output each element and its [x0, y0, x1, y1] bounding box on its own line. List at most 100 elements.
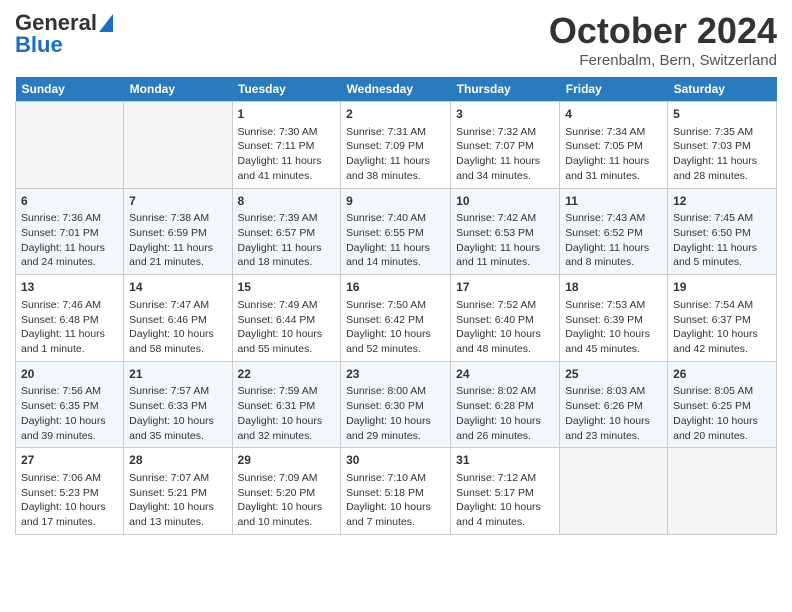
day-cell: 24Sunrise: 8:02 AMSunset: 6:28 PMDayligh… — [451, 361, 560, 448]
daylight-text: Daylight: 10 hours and 58 minutes. — [129, 328, 214, 355]
day-cell: 10Sunrise: 7:42 AMSunset: 6:53 PMDayligh… — [451, 188, 560, 275]
day-number: 14 — [129, 279, 226, 296]
day-cell: 22Sunrise: 7:59 AMSunset: 6:31 PMDayligh… — [232, 361, 341, 448]
day-cell: 16 Sunrise: 7:50 AM Sunset: 6:42 PM Dayligh… — [341, 275, 451, 362]
day-number: 6 — [21, 193, 118, 210]
day-number: 2 — [346, 106, 445, 123]
sunrise-text: Sunrise: 7:53 AM — [565, 299, 645, 311]
day-number: 11 — [565, 193, 662, 210]
day-cell: 15Sunrise: 7:49 AMSunset: 6:44 PMDayligh… — [232, 275, 341, 362]
day-number: 3 — [456, 106, 554, 123]
logo-blue: Blue — [15, 32, 63, 58]
day-cell — [560, 448, 668, 535]
daylight-text: Daylight: 10 hours and 45 minutes. — [565, 328, 650, 355]
day-number: 16 — [346, 279, 445, 296]
sunrise-text: Sunrise: 8:02 AM — [456, 385, 536, 397]
daylight-text: Daylight: 10 hours and 13 minutes. — [129, 501, 214, 528]
daylight-text: Daylight: 11 hours and 28 minutes. — [673, 155, 757, 182]
col-tuesday: Tuesday — [232, 77, 341, 102]
day-cell: 9Sunrise: 7:40 AMSunset: 6:55 PMDaylight… — [341, 188, 451, 275]
sunrise-text: Sunrise: 7:31 AM — [346, 126, 426, 138]
daylight-text: Daylight: 11 hours and 24 minutes. — [21, 242, 105, 269]
daylight-text: Daylight: 10 hours and 48 minutes. — [456, 328, 541, 355]
location: Ferenbalm, Bern, Switzerland — [549, 52, 777, 69]
day-number: 17 — [456, 279, 554, 296]
week-row-4: 20Sunrise: 7:56 AMSunset: 6:35 PMDayligh… — [16, 361, 777, 448]
day-cell: 14 Sunrise: 7:47 AM Sunset: 6:46 PM Dayligh… — [124, 275, 232, 362]
day-cell: 26Sunrise: 8:05 AMSunset: 6:25 PMDayligh… — [668, 361, 777, 448]
sunrise-text: Sunrise: 8:00 AM — [346, 385, 426, 397]
sunrise-text: Sunrise: 7:39 AM — [238, 212, 318, 224]
day-number: 15 — [238, 279, 336, 296]
daylight-text: Daylight: 11 hours and 34 minutes. — [456, 155, 540, 182]
daylight-text: Daylight: 10 hours and 20 minutes. — [673, 415, 758, 442]
sunrise-text: Sunrise: 7:10 AM — [346, 472, 426, 484]
day-number: 13 — [21, 279, 118, 296]
sunset-text: Sunset: 5:21 PM — [129, 487, 207, 499]
sunset-text: Sunset: 5:20 PM — [238, 487, 316, 499]
daylight-text: Daylight: 10 hours and 26 minutes. — [456, 415, 541, 442]
day-cell: 29Sunrise: 7:09 AMSunset: 5:20 PMDayligh… — [232, 448, 341, 535]
logo-arrow-icon — [99, 14, 113, 32]
sunrise-text: Sunrise: 7:12 AM — [456, 472, 536, 484]
sunrise-text: Sunrise: 7:50 AM — [346, 299, 426, 311]
day-number: 9 — [346, 193, 445, 210]
day-cell: 1Sunrise: 7:30 AMSunset: 7:11 PMDaylight… — [232, 102, 341, 189]
week-row-3: 13Sunrise: 7:46 AMSunset: 6:48 PMDayligh… — [16, 275, 777, 362]
day-number: 5 — [673, 106, 771, 123]
day-number: 22 — [238, 366, 336, 383]
col-saturday: Saturday — [668, 77, 777, 102]
sunset-text: Sunset: 5:17 PM — [456, 487, 534, 499]
sunset-text: Sunset: 6:31 PM — [238, 400, 316, 412]
sunset-text: Sunset: 6:25 PM — [673, 400, 751, 412]
day-number: 31 — [456, 452, 554, 469]
daylight-text: Daylight: 10 hours and 52 minutes. — [346, 328, 431, 355]
sunrise-text: Sunrise: 7:45 AM — [673, 212, 753, 224]
daylight-text: Daylight: 11 hours and 38 minutes. — [346, 155, 430, 182]
sunset-text: Sunset: 6:59 PM — [129, 227, 207, 239]
day-number: 1 — [238, 106, 336, 123]
day-number: 28 — [129, 452, 226, 469]
day-number: 20 — [21, 366, 118, 383]
sunset-text: Sunset: 6:35 PM — [21, 400, 99, 412]
day-cell: 20Sunrise: 7:56 AMSunset: 6:35 PMDayligh… — [16, 361, 124, 448]
sunset-text: Sunset: 6:57 PM — [238, 227, 316, 239]
sunset-text: Sunset: 6:55 PM — [346, 227, 424, 239]
day-cell — [16, 102, 124, 189]
month-title: October 2024 — [549, 10, 777, 52]
day-cell: 18Sunrise: 7:53 AMSunset: 6:39 PMDayligh… — [560, 275, 668, 362]
day-cell: 12Sunrise: 7:45 AMSunset: 6:50 PMDayligh… — [668, 188, 777, 275]
day-number: 23 — [346, 366, 445, 383]
sunrise-text: Sunrise: 7:52 AM — [456, 299, 536, 311]
header: General Blue October 2024 Ferenbalm, Ber… — [15, 10, 777, 69]
sunset-text: Sunset: 5:23 PM — [21, 487, 99, 499]
sunrise-text: Sunrise: 7:47 AM — [129, 299, 209, 311]
day-cell: 25Sunrise: 8:03 AMSunset: 6:26 PMDayligh… — [560, 361, 668, 448]
sunrise-text: Sunrise: 7:54 AM — [673, 299, 753, 311]
daylight-text: Daylight: 10 hours and 17 minutes. — [21, 501, 106, 528]
daylight-text: Daylight: 10 hours and 39 minutes. — [21, 415, 106, 442]
day-number: 7 — [129, 193, 226, 210]
day-number: 10 — [456, 193, 554, 210]
day-cell: 21Sunrise: 7:57 AMSunset: 6:33 PMDayligh… — [124, 361, 232, 448]
sunset-text: Sunset: 6:37 PM — [673, 314, 751, 326]
sunrise-text: Sunrise: 7:42 AM — [456, 212, 536, 224]
day-number: 8 — [238, 193, 336, 210]
sunrise-text: Sunrise: 7:38 AM — [129, 212, 209, 224]
day-cell: 5Sunrise: 7:35 AMSunset: 7:03 PMDaylight… — [668, 102, 777, 189]
sunset-text: Sunset: 7:07 PM — [456, 140, 534, 152]
day-number: 29 — [238, 452, 336, 469]
sunset-text: Sunset: 6:46 PM — [129, 314, 207, 326]
sunrise-text: Sunrise: 7:32 AM — [456, 126, 536, 138]
sunset-text: Sunset: 6:53 PM — [456, 227, 534, 239]
sunrise-text: Sunrise: 7:40 AM — [346, 212, 426, 224]
daylight-text: Daylight: 11 hours and 41 minutes. — [238, 155, 322, 182]
sunset-text: Sunset: 6:42 PM — [346, 314, 424, 326]
sunset-text: Sunset: 6:39 PM — [565, 314, 643, 326]
sunset-text: Sunset: 7:01 PM — [21, 227, 99, 239]
sunset-text: Sunset: 7:09 PM — [346, 140, 424, 152]
day-cell: 13Sunrise: 7:46 AMSunset: 6:48 PMDayligh… — [16, 275, 124, 362]
daylight-text: Daylight: 10 hours and 55 minutes. — [238, 328, 323, 355]
daylight-text: Daylight: 10 hours and 7 minutes. — [346, 501, 431, 528]
week-row-5: 27Sunrise: 7:06 AMSunset: 5:23 PMDayligh… — [16, 448, 777, 535]
